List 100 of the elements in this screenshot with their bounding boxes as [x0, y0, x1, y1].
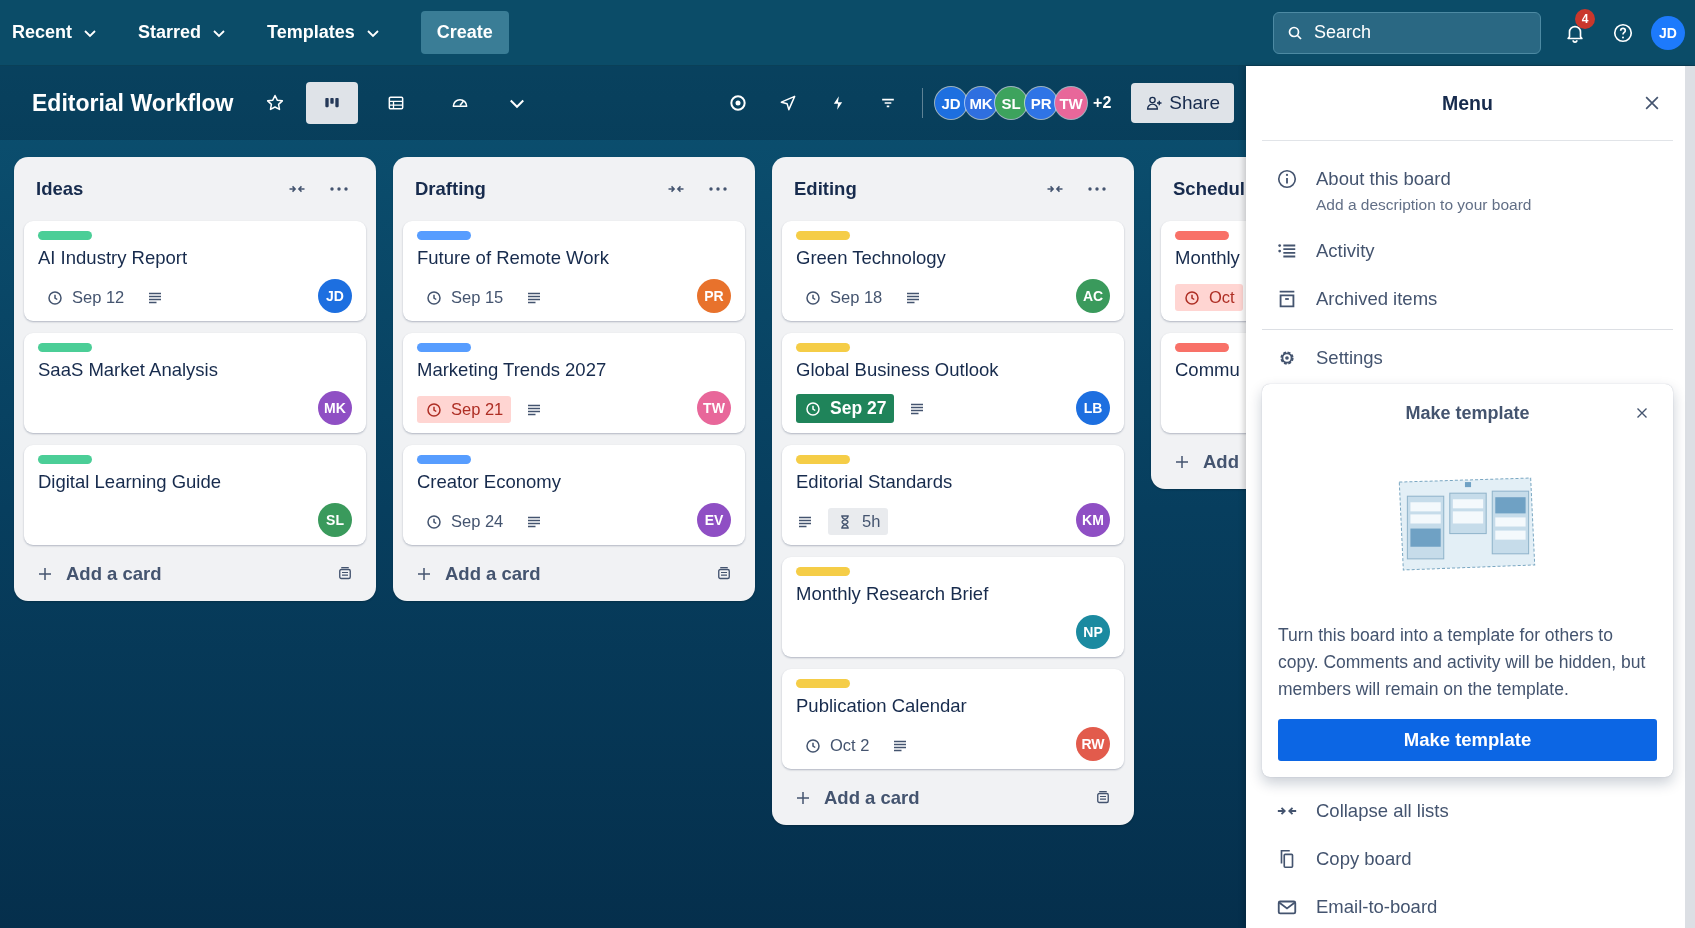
more-icon — [709, 187, 727, 191]
member-avatar[interactable]: LB — [1076, 391, 1110, 425]
card-label[interactable] — [796, 231, 850, 240]
add-card-button[interactable]: Add a card — [407, 557, 549, 591]
card-label[interactable] — [796, 679, 850, 688]
card-title: Green Technology — [796, 247, 947, 269]
member-avatar[interactable]: RW — [1076, 727, 1110, 761]
star-icon — [265, 93, 286, 113]
menu-item-description: Add a description to your board — [1316, 196, 1532, 214]
card[interactable]: Monthly Research Brief NP — [782, 557, 1124, 657]
make-template-button[interactable]: Make template — [1278, 719, 1657, 761]
card[interactable]: Future of Remote Work Sep 15 PR — [403, 221, 745, 321]
info-icon — [1276, 168, 1298, 190]
member-avatar[interactable]: MK — [318, 391, 352, 425]
search-field[interactable]: Search — [1273, 11, 1541, 54]
clock-icon — [804, 399, 822, 418]
menu-item[interactable]: About this board Add a description to your board — [1262, 155, 1673, 227]
due-date-badge[interactable]: Sep 21 — [417, 396, 512, 423]
view-tab[interactable] — [306, 82, 359, 124]
card-title: Future of Remote Work — [417, 247, 610, 269]
list-title[interactable]: Drafting — [415, 178, 486, 200]
card[interactable]: Publication Calendar Oct 2 RW — [782, 669, 1124, 769]
card[interactable]: Green Technology Sep 18 AC — [782, 221, 1124, 321]
plus-icon — [36, 565, 54, 583]
due-date-badge[interactable]: Oct — [1175, 284, 1243, 311]
card-label[interactable] — [38, 343, 92, 352]
member-avatar[interactable]: EV — [697, 503, 731, 537]
menu-item[interactable]: Email-to-board — [1262, 883, 1673, 928]
plus-icon — [415, 565, 433, 583]
due-date-badge[interactable]: Sep 15 — [417, 284, 512, 311]
menu-item-label: Email-to-board — [1316, 896, 1438, 918]
due-date-badge[interactable]: Sep 18 — [796, 284, 891, 311]
plus-icon — [794, 789, 812, 807]
share-button[interactable]: Share — [1131, 83, 1234, 123]
member-avatar[interactable]: KM — [1076, 503, 1110, 537]
popover-title: Make template — [1405, 402, 1530, 424]
clock-icon — [1183, 288, 1201, 307]
clock-icon — [425, 512, 443, 531]
list-title[interactable]: Ideas — [36, 178, 84, 200]
card-label[interactable] — [796, 567, 850, 576]
more-members-count[interactable]: +2 — [1093, 94, 1112, 112]
card[interactable]: Monthly Oct — [1161, 221, 1246, 321]
card-label[interactable] — [417, 231, 471, 240]
due-date-badge[interactable]: Oct 2 — [796, 732, 878, 759]
card-label[interactable] — [1175, 343, 1229, 352]
nav-menu[interactable]: Recent — [12, 14, 111, 51]
card-title: SaaS Market Analysis — [38, 359, 219, 381]
card-label[interactable] — [417, 343, 471, 352]
board-title[interactable]: Editorial Workflow — [32, 89, 234, 117]
card[interactable]: SaaS Market Analysis MK — [24, 333, 366, 433]
member-avatar[interactable]: MK — [965, 87, 998, 119]
card-label[interactable] — [796, 455, 850, 464]
list-title[interactable]: Editing — [794, 178, 857, 200]
add-card-button[interactable]: Add a card — [786, 781, 928, 815]
notification-count: 4 — [1575, 8, 1595, 29]
member-avatar[interactable]: SL — [318, 503, 352, 537]
card[interactable]: Commu — [1161, 333, 1246, 433]
member-avatar[interactable]: PR — [1025, 87, 1058, 119]
due-date-badge[interactable]: Sep 27 — [796, 394, 895, 423]
create-button[interactable]: Create — [420, 11, 509, 54]
member-avatar[interactable]: JD — [318, 279, 352, 313]
due-date-badge[interactable]: Sep 12 — [38, 284, 133, 311]
card-label[interactable] — [38, 455, 92, 464]
card[interactable]: AI Industry Report Sep 12 JD — [24, 221, 366, 321]
card[interactable]: Global Business Outlook Sep 27 LB — [782, 333, 1124, 433]
menu-item-label: Archived items — [1316, 288, 1438, 310]
card[interactable]: Editorial Standards 5h KM — [782, 445, 1124, 545]
list-title[interactable]: Schedul — [1173, 178, 1245, 200]
menu-item[interactable]: Settings — [1262, 334, 1673, 382]
menu-item[interactable]: Collapse all lists — [1262, 787, 1673, 835]
add-person-icon — [1145, 94, 1164, 112]
estimate-badge: 5h — [828, 508, 889, 535]
member-avatar[interactable]: JD — [935, 87, 968, 119]
menu-item[interactable]: Copy board — [1262, 835, 1673, 883]
clock-icon — [46, 288, 64, 307]
clock-icon — [804, 736, 822, 755]
card[interactable]: Digital Learning Guide SL — [24, 445, 366, 545]
nav-menu[interactable]: Starred — [138, 14, 240, 51]
menu-item[interactable]: Activity — [1262, 227, 1673, 275]
member-avatar[interactable]: AC — [1076, 279, 1110, 313]
card[interactable]: Marketing Trends 2027 Sep 21 TW — [403, 333, 745, 433]
add-card-button[interactable]: Add — [1165, 445, 1246, 479]
card-label[interactable] — [796, 343, 850, 352]
menu-item-label: Copy board — [1316, 848, 1412, 870]
card-label[interactable] — [38, 231, 92, 240]
card[interactable]: Creator Economy Sep 24 EV — [403, 445, 745, 545]
card-title: Global Business Outlook — [796, 359, 1000, 381]
card-label[interactable] — [417, 455, 471, 464]
menu-item[interactable]: Archived items — [1262, 275, 1673, 323]
menu-item-label: About this board — [1316, 168, 1452, 190]
clock-icon — [804, 288, 822, 307]
card-label[interactable] — [1175, 231, 1229, 240]
card-title: Digital Learning Guide — [38, 471, 223, 493]
account-avatar[interactable]: JD — [1651, 15, 1685, 50]
card-title: Commu — [1175, 359, 1241, 381]
add-card-button[interactable]: Add a card — [28, 557, 170, 591]
card-title: Editorial Standards — [796, 471, 954, 493]
nav-menu[interactable]: Templates — [267, 14, 393, 51]
member-avatar[interactable]: NP — [1076, 615, 1110, 649]
due-date-badge[interactable]: Sep 24 — [417, 508, 512, 535]
